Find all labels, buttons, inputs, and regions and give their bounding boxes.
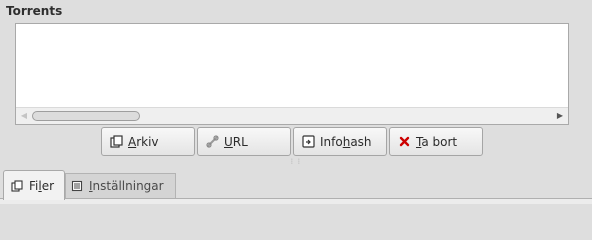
file-icon xyxy=(110,135,123,148)
tab-files-label: Filer xyxy=(29,178,55,193)
settings-icon xyxy=(71,180,83,192)
add-file-button[interactable]: Arkiv xyxy=(101,127,195,156)
torrent-list[interactable]: ◀ ▶ xyxy=(15,23,569,125)
horizontal-scrollbar[interactable]: ◀ ▶ xyxy=(16,107,568,124)
scrollbar-thumb[interactable] xyxy=(32,111,140,121)
torrents-section-title: Torrents xyxy=(6,4,63,18)
add-file-button-label: Arkiv xyxy=(128,134,159,149)
scroll-left-icon[interactable]: ◀ xyxy=(17,109,31,123)
tab-files[interactable]: Filer xyxy=(3,170,65,200)
remove-button-label: Ta bort xyxy=(416,134,458,149)
add-url-button-label: URL xyxy=(224,134,248,149)
tab-settings[interactable]: Inställningar xyxy=(65,173,176,198)
link-icon xyxy=(206,135,219,148)
add-url-button[interactable]: URL xyxy=(197,127,291,156)
pane-resize-grip[interactable]: ⋮⋮ xyxy=(289,159,302,165)
add-infohash-button[interactable]: Infohash xyxy=(293,127,387,156)
notebook-body xyxy=(0,198,592,204)
remove-icon xyxy=(398,135,411,148)
remove-button[interactable]: Ta bort xyxy=(389,127,483,156)
infohash-icon xyxy=(302,135,315,148)
add-infohash-button-label: Infohash xyxy=(320,134,372,149)
scroll-right-icon[interactable]: ▶ xyxy=(553,109,567,123)
tab-settings-label: Inställningar xyxy=(89,179,164,193)
files-icon xyxy=(11,179,23,192)
